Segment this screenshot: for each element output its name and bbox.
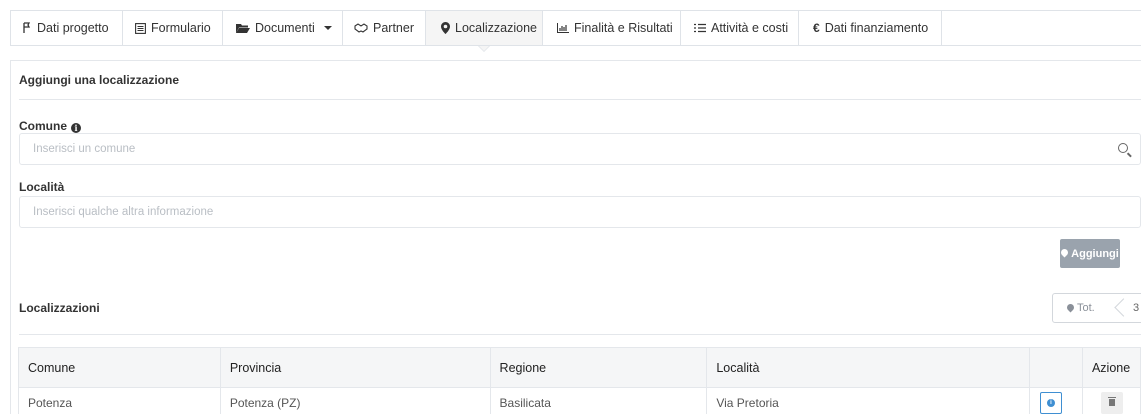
tab-localizzazione[interactable]: Localizzazione — [426, 11, 543, 52]
delete-button[interactable] — [1100, 391, 1123, 414]
total-label: Tot. — [1053, 302, 1115, 314]
euro-icon: € — [813, 21, 820, 35]
tab-documenti[interactable]: Documenti — [223, 11, 343, 45]
list-icon — [694, 23, 706, 33]
tab-label: Documenti — [255, 21, 315, 35]
tab-dati-finanziamento[interactable]: € Dati finanziamento — [799, 11, 942, 45]
cell-actions — [1081, 387, 1141, 414]
table-row: Potenza Potenza (PZ) Basilicata Via Pret… — [18, 387, 1141, 414]
chevron-left-icon — [1115, 298, 1125, 318]
cell-regione: Basilicata — [489, 387, 708, 414]
trash-icon — [1107, 397, 1116, 406]
header-comune[interactable]: Comune — [18, 347, 221, 388]
tab-label: Dati finanziamento — [824, 21, 929, 35]
project-icon — [22, 22, 32, 34]
localita-placeholder: Inserisci qualche altra informazione — [33, 206, 214, 218]
add-button[interactable]: Aggiungi — [1059, 239, 1120, 268]
info-icon[interactable]: i — [71, 123, 81, 133]
localizzazioni-title: Localizzazioni — [19, 301, 100, 315]
tab-label: Attività e costi — [711, 21, 789, 35]
tab-dati-progetto[interactable]: Dati progetto — [11, 11, 123, 45]
chevron-down-icon — [323, 26, 332, 30]
info-button[interactable]: i — [1040, 391, 1062, 414]
add-button-label: Aggiungi — [1071, 247, 1119, 260]
map-marker-icon — [1059, 247, 1070, 258]
tab-label: Dati progetto — [37, 21, 109, 35]
table-header-row: Comune Provincia Regione Località Azione — [18, 347, 1141, 388]
tab-finalita-risultati[interactable]: Finalità e Risultati — [543, 11, 681, 45]
tab-partner[interactable]: Partner — [343, 11, 426, 45]
handshake-icon — [354, 23, 368, 33]
cell-provincia: Potenza (PZ) — [219, 387, 491, 414]
comune-placeholder: Inserisci un comune — [33, 143, 136, 155]
tab-label: Partner — [373, 21, 414, 35]
total-badge: Tot. 3 — [1052, 293, 1141, 323]
cell-localita: Via Pretoria — [706, 387, 1030, 414]
info-icon: i — [1047, 398, 1055, 407]
header-provincia[interactable]: Provincia — [219, 347, 491, 388]
divider — [19, 99, 1141, 100]
localizzazioni-table: Comune Provincia Regione Località Azione… — [18, 347, 1141, 414]
form-icon — [135, 22, 146, 34]
cell-comune: Potenza — [18, 387, 221, 414]
search-icon[interactable] — [1118, 143, 1128, 153]
localita-label: Località — [19, 180, 65, 194]
map-marker-icon — [1065, 302, 1076, 312]
tab-label: Formulario — [151, 21, 211, 35]
header-blank — [1029, 347, 1083, 388]
header-azione: Azione — [1081, 347, 1141, 388]
cell-info: i — [1029, 387, 1083, 414]
header-regione[interactable]: Regione — [489, 347, 708, 388]
form-title: Aggiungi una localizzazione — [19, 73, 180, 87]
total-label-text: Tot. — [1077, 302, 1095, 314]
divider — [19, 334, 1141, 335]
chart-icon — [557, 23, 569, 33]
tab-attivita-costi[interactable]: Attività e costi — [681, 11, 799, 45]
comune-label-text: Comune — [19, 119, 67, 133]
tab-bar: Dati progetto Formulario Documenti Partn… — [10, 10, 1141, 52]
header-localita[interactable]: Località — [706, 347, 1030, 388]
map-marker-icon — [441, 22, 450, 34]
comune-label: Comune i — [19, 119, 81, 133]
tab-formulario[interactable]: Formulario — [123, 11, 223, 45]
folder-icon — [236, 23, 250, 34]
tab-label: Finalità e Risultati — [574, 21, 673, 35]
comune-search-input[interactable]: Inserisci un comune — [19, 133, 1141, 165]
tab-label: Localizzazione — [455, 21, 537, 35]
localita-input[interactable]: Inserisci qualche altra informazione — [19, 196, 1141, 228]
